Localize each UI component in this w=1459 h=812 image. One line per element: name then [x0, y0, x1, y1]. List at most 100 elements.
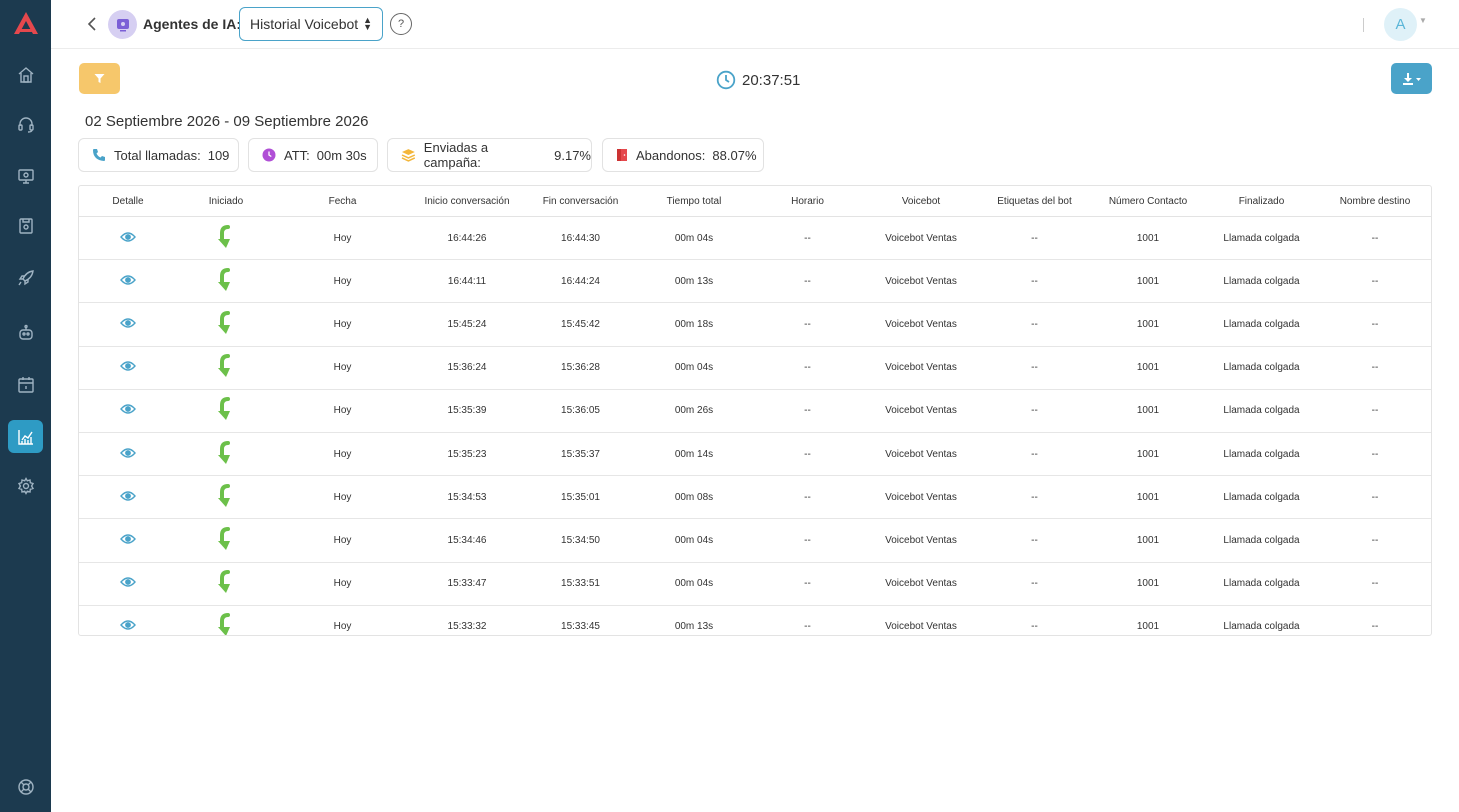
initiated-cell [177, 570, 275, 597]
cell-fecha: Hoy [333, 621, 352, 633]
nav-campaigns[interactable] [8, 261, 43, 294]
eye-icon[interactable] [120, 361, 136, 375]
chevron-down-icon[interactable]: ▼ [1419, 16, 1427, 25]
download-icon [1402, 72, 1421, 85]
cell-etiquetas: -- [1031, 534, 1038, 546]
column-header[interactable]: Detalle [79, 196, 177, 207]
eye-icon[interactable] [120, 275, 136, 289]
cell-destino: -- [1371, 448, 1379, 460]
nav-home[interactable] [8, 58, 43, 91]
cell-finalizado: Llamada colgada [1223, 448, 1300, 460]
layers-icon [401, 149, 416, 162]
nav-calendar[interactable] [8, 368, 43, 401]
inbound-arrow-icon [218, 397, 234, 424]
column-header[interactable]: Inicio conversación [410, 196, 524, 207]
column-header[interactable]: Fin conversación [524, 196, 637, 207]
cell-inicio: 15:34:53 [447, 491, 487, 503]
cell-inicio: 15:35:39 [447, 405, 487, 417]
cell-numero: 1001 [1136, 405, 1160, 417]
column-header[interactable]: Nombre destino [1318, 196, 1431, 207]
cell-etiquetas: -- [1031, 275, 1038, 287]
stat-label: Abandonos: [636, 147, 706, 163]
column-header[interactable]: Etiquetas del bot [978, 196, 1091, 207]
column-header[interactable]: Iniciado [177, 196, 275, 207]
cell-voicebot: Voicebot Ventas [885, 318, 957, 330]
calendar-icon [17, 376, 34, 393]
rocket-icon [17, 269, 34, 285]
cell-numero: 1001 [1136, 232, 1160, 244]
column-header[interactable]: Horario [751, 196, 864, 207]
eye-icon[interactable] [120, 231, 136, 246]
stat-value: 109 [207, 147, 230, 163]
cell-fecha: Hoy [333, 448, 352, 460]
cell-inicio: 15:36:24 [447, 362, 487, 374]
cell-fecha: Hoy [333, 232, 352, 244]
nav-reports[interactable] [8, 420, 43, 453]
download-button[interactable] [1391, 63, 1432, 94]
inbound-arrow-icon [218, 526, 234, 554]
column-header[interactable]: Voicebot [864, 196, 978, 207]
cell-finalizado: Llamada colgada [1223, 491, 1300, 503]
nav-bots[interactable] [8, 316, 43, 349]
cell-fin: 16:44:24 [561, 275, 600, 287]
agent-avatar [108, 10, 137, 39]
stat-sent-campaign: Enviadas a campaña: 9.17% [387, 138, 592, 172]
inbound-arrow-icon [218, 440, 234, 468]
cell-finalizado: Llamada colgada [1223, 232, 1300, 244]
eye-icon[interactable] [120, 534, 136, 548]
eye-icon[interactable] [120, 491, 136, 505]
cell-voicebot: Voicebot Ventas [885, 362, 957, 374]
cell-total: 00m 13s [674, 275, 714, 287]
column-header[interactable]: Número Contacto [1091, 196, 1205, 207]
eye-icon[interactable] [120, 577, 136, 591]
cell-total: 00m 04s [674, 534, 714, 546]
cell-etiquetas: -- [1031, 491, 1038, 503]
monitor-icon [17, 168, 34, 184]
table-row: Hoy 15:34:53 15:35:01 00m 08s -- Voicebot Ven… [79, 476, 1431, 520]
column-header[interactable]: Tiempo total [637, 196, 751, 207]
cell-total: 00m 04s [674, 578, 714, 590]
filter-button[interactable] [79, 63, 120, 94]
cell-voicebot: Voicebot Ventas [885, 448, 957, 460]
initiated-cell [177, 267, 275, 295]
eye-icon[interactable] [120, 620, 136, 634]
cell-etiquetas: -- [1031, 318, 1038, 330]
nav-monitor[interactable] [8, 159, 43, 192]
eye-icon[interactable] [120, 318, 136, 332]
cell-numero: 1001 [1136, 491, 1160, 503]
cell-destino: -- [1371, 405, 1379, 417]
user-avatar[interactable]: A [1384, 8, 1417, 41]
view-select[interactable]: Historial Voicebot ▲ ▼ [239, 7, 383, 41]
cell-horario: -- [804, 318, 811, 330]
detail-cell [79, 619, 177, 634]
column-header[interactable]: Fecha [275, 196, 410, 207]
detail-cell [79, 317, 177, 332]
app-logo-icon[interactable] [12, 10, 40, 38]
table-row: Hoy 15:33:47 15:33:51 00m 04s -- Voicebot Ven… [79, 563, 1431, 606]
cell-fecha: Hoy [333, 362, 352, 374]
cell-etiquetas: -- [1031, 621, 1038, 633]
column-header[interactable]: Finalizado [1205, 196, 1318, 207]
table-row: Hoy 15:34:46 15:34:50 00m 04s -- Voicebot Ven… [79, 519, 1431, 563]
cell-horario: -- [804, 232, 811, 244]
inbound-arrow-icon [218, 310, 234, 338]
cell-fin: 15:35:37 [561, 448, 600, 460]
cell-fin: 15:33:45 [561, 621, 600, 633]
lifebuoy-icon [17, 778, 34, 795]
initiated-cell [177, 224, 275, 252]
cell-inicio: 16:44:11 [447, 275, 487, 287]
cell-destino: -- [1371, 621, 1379, 633]
cell-horario: -- [804, 405, 811, 417]
calls-table: Detalle Iniciado Fecha Inicio conversaci… [78, 185, 1432, 636]
eye-icon[interactable] [120, 404, 136, 418]
nav-contacts[interactable] [8, 209, 43, 242]
cell-fin: 15:33:51 [561, 578, 600, 590]
cell-voicebot: Voicebot Ventas [885, 405, 957, 417]
back-chevron-icon[interactable] [85, 16, 99, 32]
eye-icon[interactable] [120, 447, 136, 462]
nav-agents[interactable] [8, 108, 43, 141]
nav-settings[interactable] [8, 469, 43, 502]
cell-finalizado: Llamada colgada [1223, 621, 1300, 633]
help-button[interactable]: ? [390, 13, 412, 35]
nav-support[interactable] [8, 770, 43, 803]
